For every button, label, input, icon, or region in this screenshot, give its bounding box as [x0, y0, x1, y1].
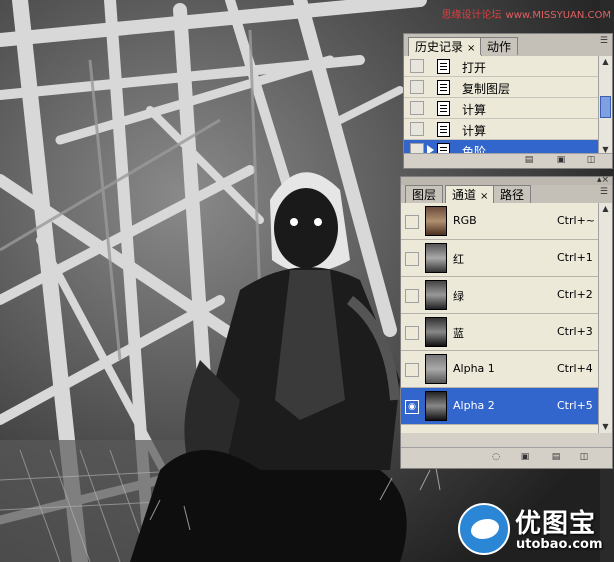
- trash-icon[interactable]: ◫: [579, 453, 589, 462]
- channel-shortcut: Ctrl+~: [557, 214, 596, 227]
- visibility-toggle[interactable]: [405, 363, 419, 377]
- watermark-site: www.MISSYUAN.COM: [505, 10, 611, 21]
- channel-thumbnail: [425, 354, 447, 384]
- channel-name: 蓝: [453, 327, 464, 340]
- channel-name: Alpha 2: [453, 399, 495, 412]
- history-state-icon: [437, 122, 450, 137]
- tab-channels-label: 通道: [452, 188, 477, 202]
- channels-panel-footer: ◌ ▣ ▤ ◫: [401, 447, 612, 468]
- channel-row-blue[interactable]: 蓝 Ctrl+3: [401, 314, 599, 351]
- tab-paths-label: 路径: [500, 188, 525, 202]
- channel-name: 红: [453, 253, 464, 266]
- tab-history[interactable]: 历史记录 ×: [408, 37, 483, 57]
- panel-title-bar[interactable]: ▴×: [401, 175, 612, 185]
- channel-shortcut: Ctrl+2: [557, 288, 593, 301]
- channel-shortcut: Ctrl+4: [557, 362, 593, 375]
- channel-row-alpha-1[interactable]: Alpha 1 Ctrl+4: [401, 351, 599, 388]
- close-icon[interactable]: ×: [467, 43, 475, 54]
- channel-row-red[interactable]: 红 Ctrl+1: [401, 240, 599, 277]
- trash-icon[interactable]: ◫: [586, 156, 596, 165]
- scrollbar-thumb[interactable]: [600, 96, 611, 118]
- channel-thumbnail: [425, 391, 447, 421]
- history-item-label: 复制图层: [462, 82, 511, 96]
- watermark-label: 思缘设计论坛: [441, 10, 502, 21]
- scroll-down-icon[interactable]: ▼: [599, 421, 612, 433]
- eye-icon[interactable]: ◉: [405, 400, 419, 414]
- tab-history-label: 历史记录: [415, 40, 464, 54]
- new-document-from-state-icon[interactable]: ▤: [524, 156, 534, 165]
- visibility-toggle[interactable]: [405, 326, 419, 340]
- brand-logo: 优图宝 utobao.com: [458, 503, 608, 557]
- brand-domain: utobao.com: [516, 537, 603, 552]
- history-source-checkbox[interactable]: [410, 59, 424, 73]
- history-item-label: 计算: [462, 103, 487, 117]
- history-state-icon: [437, 101, 450, 116]
- history-item[interactable]: 复制图层: [404, 77, 599, 98]
- tab-layers[interactable]: 图层: [405, 185, 444, 203]
- history-item-label: 计算: [462, 124, 487, 138]
- channel-name: RGB: [453, 214, 477, 227]
- history-source-checkbox[interactable]: [410, 122, 424, 136]
- channel-thumbnail: [425, 243, 447, 273]
- scroll-up-icon[interactable]: ▲: [599, 56, 612, 68]
- panel-collapse-icon[interactable]: ▴×: [597, 175, 609, 185]
- tab-actions[interactable]: 动作: [480, 37, 519, 55]
- history-panel: 历史记录 × 动作 ☰ 打开 复制图层 计算 计算 色阶 ▲ ▼ ▤ ▣ ◫: [403, 33, 613, 169]
- bird-logo-icon: [458, 503, 510, 555]
- channel-name: Alpha 1: [453, 362, 495, 375]
- channel-shortcut: Ctrl+1: [557, 251, 593, 264]
- close-icon[interactable]: ×: [480, 191, 488, 202]
- channels-scrollbar[interactable]: ▲ ▼: [598, 203, 612, 433]
- brand-name: 优图宝: [515, 509, 597, 539]
- visibility-toggle[interactable]: [405, 252, 419, 266]
- channel-shortcut: Ctrl+3: [557, 325, 593, 338]
- history-source-checkbox[interactable]: [410, 101, 424, 115]
- tab-paths[interactable]: 路径: [493, 185, 532, 203]
- history-state-icon: [437, 80, 450, 95]
- history-item[interactable]: 计算: [404, 119, 599, 140]
- tab-layers-label: 图层: [412, 188, 437, 202]
- panel-menu-icon[interactable]: ☰: [600, 188, 608, 197]
- channels-list: RGB Ctrl+~ 红 Ctrl+1 绿 Ctrl+2 蓝 Ctrl+3 Al…: [401, 203, 599, 433]
- visibility-toggle[interactable]: [405, 289, 419, 303]
- history-state-icon: [437, 59, 450, 74]
- visibility-toggle[interactable]: [405, 215, 419, 229]
- history-item-label: 打开: [462, 61, 487, 75]
- channels-panel-tabs: 图层 通道 × 路径 ☰: [401, 185, 612, 204]
- channel-row-green[interactable]: 绿 Ctrl+2: [401, 277, 599, 314]
- channels-panel: ▴× 图层 通道 × 路径 ☰ RGB Ctrl+~ 红 Ctrl+1 绿 Ct…: [400, 175, 613, 469]
- tab-actions-label: 动作: [487, 40, 512, 54]
- scroll-up-icon[interactable]: ▲: [599, 203, 612, 215]
- channel-thumbnail: [425, 280, 447, 310]
- channel-name: 绿: [453, 290, 464, 303]
- history-scrollbar[interactable]: ▲ ▼: [598, 56, 612, 156]
- channel-shortcut: Ctrl+5: [557, 399, 593, 412]
- channel-thumbnail: [425, 206, 447, 236]
- channel-thumbnail: [425, 317, 447, 347]
- panel-menu-icon[interactable]: ☰: [600, 37, 608, 46]
- history-item[interactable]: 打开: [404, 56, 599, 77]
- new-channel-icon[interactable]: ▤: [551, 453, 561, 462]
- tab-channels[interactable]: 通道 ×: [445, 185, 496, 203]
- history-source-checkbox[interactable]: [410, 80, 424, 94]
- history-panel-footer: ▤ ▣ ◫: [404, 153, 612, 168]
- load-channel-as-selection-icon[interactable]: ◌: [491, 453, 501, 462]
- history-item[interactable]: 计算: [404, 98, 599, 119]
- history-list: 打开 复制图层 计算 计算 色阶: [404, 56, 599, 156]
- save-selection-as-channel-icon[interactable]: ▣: [520, 453, 530, 462]
- channel-row-alpha-2[interactable]: ◉ Alpha 2 Ctrl+5: [401, 388, 599, 425]
- watermark-text: 思缘设计论坛 www.MISSYUAN.COM: [442, 6, 611, 21]
- channel-row-rgb[interactable]: RGB Ctrl+~: [401, 203, 599, 240]
- new-snapshot-icon[interactable]: ▣: [556, 156, 566, 165]
- history-panel-tabs: 历史记录 × 动作 ☰: [404, 34, 612, 57]
